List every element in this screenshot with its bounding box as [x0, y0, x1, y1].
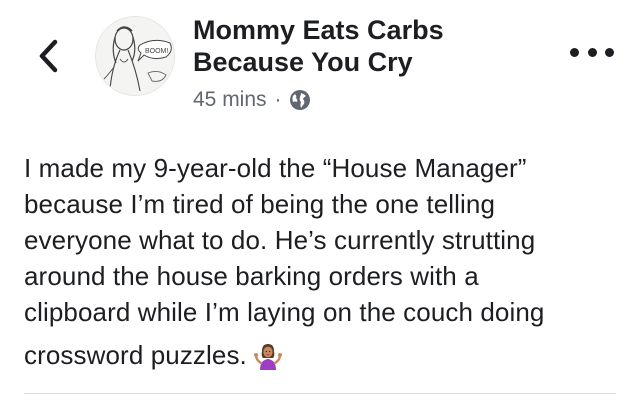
page-name-line1: Mommy Eats Carbs — [193, 15, 444, 45]
more-dot — [587, 47, 597, 57]
post-text-last-line: crossword puzzles. — [24, 337, 624, 373]
back-button[interactable] — [30, 36, 66, 76]
more-dot — [605, 47, 614, 57]
post-divider — [24, 393, 616, 394]
more-options-button[interactable] — [570, 40, 614, 64]
globe-icon — [289, 90, 310, 110]
post-text-line: everyone what to do. He’s currently stru… — [24, 225, 536, 255]
chevron-left-icon — [39, 39, 58, 73]
more-horizontal-icon — [570, 47, 579, 57]
post-timestamp[interactable]: 45 mins — [193, 88, 267, 112]
post-header: BOOM! Mommy Eats Carbs Because You Cry 4… — [0, 0, 640, 120]
page-name-link[interactable]: Mommy Eats Carbs Because You Cry — [193, 14, 553, 78]
meta-separator: · — [274, 88, 282, 111]
post-text-line: I made my 9-year-old the “House Manager” — [24, 153, 527, 183]
post-text-line: clipboard while I’m laying on the couch … — [24, 297, 545, 327]
avatar[interactable]: BOOM! — [95, 16, 175, 96]
post-body: I made my 9-year-old the “House Manager”… — [24, 150, 624, 373]
post-meta: 45 mins · — [193, 86, 311, 114]
avatar-caption: BOOM! — [145, 48, 168, 55]
post-text-line: around the house barking orders with a — [24, 261, 479, 291]
page-name-line2: Because You Cry — [193, 47, 413, 77]
post-text-line: crossword puzzles. — [24, 340, 247, 370]
post-text-line: because I’m tired of being the one telli… — [24, 189, 496, 219]
sketch-avatar-icon: BOOM! — [96, 17, 174, 95]
person-shrugging-emoji — [253, 344, 282, 370]
